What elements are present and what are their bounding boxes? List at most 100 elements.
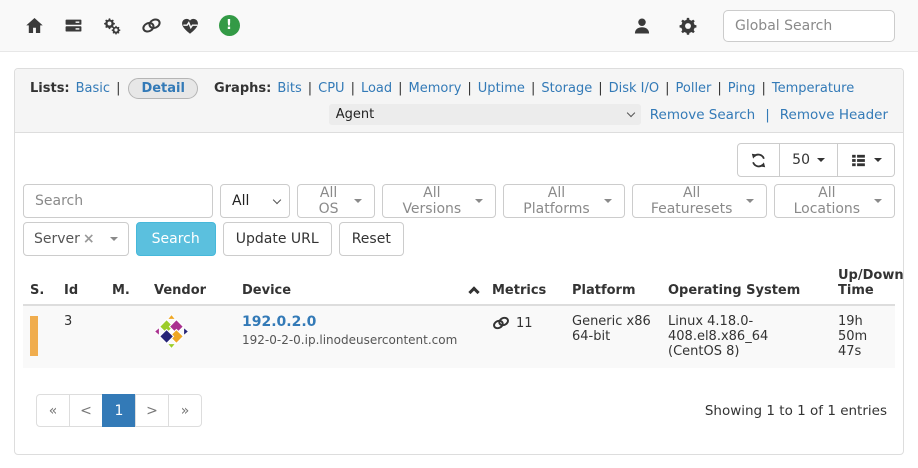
nav-devices-button[interactable] bbox=[62, 15, 84, 37]
metrics-count: 11 bbox=[516, 316, 533, 331]
agent-select-value: Agent bbox=[336, 107, 374, 122]
pagination: « < 1 > » bbox=[36, 394, 202, 427]
filter-label: All Featuresets bbox=[645, 185, 739, 217]
nav-ports-button[interactable] bbox=[140, 15, 162, 37]
column-header-platform[interactable]: Platform bbox=[565, 262, 661, 305]
caret-down-icon bbox=[354, 199, 362, 203]
device-hostname: 192-0-2-0.ip.linodeusercontent.com bbox=[242, 333, 478, 347]
column-header-vendor[interactable]: Vendor bbox=[147, 262, 235, 305]
caret-down-icon bbox=[874, 199, 882, 203]
filter-all-os-dropdown[interactable]: All OS bbox=[297, 184, 375, 218]
devices-table: S. Id M. Vendor Device Metrics Platform … bbox=[23, 262, 895, 368]
link-chain-icon bbox=[492, 314, 510, 332]
graph-link-cpu[interactable]: CPU bbox=[318, 81, 361, 96]
links-icon bbox=[141, 15, 162, 36]
device-cell: 192.0.2.0 192-0-2-0.ip.linodeusercontent… bbox=[235, 305, 485, 368]
remove-search-link[interactable]: Remove Search bbox=[650, 107, 755, 123]
view-mode-dropdown[interactable] bbox=[838, 143, 895, 177]
nav-services-button[interactable] bbox=[101, 15, 123, 37]
graph-link-storage[interactable]: Storage bbox=[541, 81, 608, 96]
filter-label: All Versions bbox=[395, 185, 468, 217]
nav-health-button[interactable] bbox=[179, 15, 201, 37]
agent-row: Agent Remove Search | Remove Header bbox=[30, 104, 888, 125]
nav-alerts-button[interactable]: ! bbox=[218, 15, 240, 37]
agent-select[interactable]: Agent bbox=[329, 104, 641, 125]
type-select[interactable]: All bbox=[220, 184, 290, 218]
entries-summary: Showing 1 to 1 of 1 entries bbox=[705, 403, 887, 419]
toolbar-row: 50 bbox=[23, 139, 895, 184]
column-header-id[interactable]: Id bbox=[57, 262, 105, 305]
graphs-label: Graphs: bbox=[214, 81, 271, 96]
page-size-dropdown[interactable]: 50 bbox=[780, 143, 838, 177]
filter-all-versions-dropdown[interactable]: All Versions bbox=[382, 184, 496, 218]
column-header-os[interactable]: Operating System bbox=[661, 262, 831, 305]
status-warning-bar bbox=[30, 316, 38, 356]
list-basic-link[interactable]: Basic bbox=[76, 81, 110, 96]
nav-home-button[interactable] bbox=[23, 15, 45, 37]
graph-link-memory[interactable]: Memory bbox=[409, 81, 478, 96]
list-detail-button[interactable]: Detail bbox=[128, 78, 198, 99]
remove-tag-icon[interactable]: × bbox=[83, 231, 95, 247]
table-header-row: S. Id M. Vendor Device Metrics Platform … bbox=[23, 262, 895, 305]
remove-header-link[interactable]: Remove Header bbox=[780, 107, 888, 123]
graph-link-bits[interactable]: Bits bbox=[277, 81, 318, 96]
filter-all-locations-dropdown[interactable]: All Locations bbox=[774, 184, 895, 218]
navbar-menu: ! bbox=[23, 15, 240, 37]
panel-body: 50 All All OS All Versions All Platforms… bbox=[15, 133, 903, 427]
caret-down-icon bbox=[874, 158, 882, 162]
panel-heading: Lists: Basic | Detail Graphs: Bits CPU L… bbox=[15, 69, 903, 133]
graph-link-load[interactable]: Load bbox=[361, 81, 409, 96]
type-select-value: All bbox=[232, 193, 249, 209]
global-search-input[interactable] bbox=[723, 10, 895, 42]
device-type-tag-dropdown[interactable]: Server × bbox=[23, 222, 129, 256]
chevron-down-icon bbox=[626, 109, 634, 117]
graph-link-poller[interactable]: Poller bbox=[676, 81, 728, 96]
user-menu-button[interactable] bbox=[631, 15, 653, 37]
pagination-page-1-button[interactable]: 1 bbox=[102, 394, 136, 427]
pagination-first-button[interactable]: « bbox=[36, 394, 70, 427]
os-cell: Linux 4.18.0-408.el8.x86_64 (CentOS 8) bbox=[661, 305, 831, 368]
caret-down-icon bbox=[475, 199, 483, 203]
graph-link-diskio[interactable]: Disk I/O bbox=[609, 81, 676, 96]
refresh-button[interactable] bbox=[737, 143, 780, 177]
device-link[interactable]: 192.0.2.0 bbox=[242, 314, 316, 330]
home-icon bbox=[25, 16, 44, 35]
gear-icon bbox=[678, 16, 698, 36]
column-header-device[interactable]: Device bbox=[235, 262, 485, 305]
vendor-cell bbox=[147, 305, 235, 368]
id-cell: 3 bbox=[57, 305, 105, 368]
table-row[interactable]: 3 bbox=[23, 305, 895, 368]
update-url-button[interactable]: Update URL bbox=[223, 222, 332, 256]
caret-down-icon bbox=[746, 199, 754, 203]
lists-label: Lists: bbox=[30, 81, 70, 96]
column-header-m[interactable]: M. bbox=[105, 262, 147, 305]
column-header-metrics[interactable]: Metrics bbox=[485, 262, 565, 305]
separator: | bbox=[765, 107, 770, 123]
pagination-last-button[interactable]: » bbox=[168, 394, 202, 427]
filter-row-2: Server × Search Update URL Reset bbox=[23, 222, 895, 256]
filter-all-featuresets-dropdown[interactable]: All Featuresets bbox=[632, 184, 767, 218]
filter-row-1: All All OS All Versions All Platforms Al… bbox=[23, 184, 895, 218]
pagination-prev-button[interactable]: < bbox=[69, 394, 103, 427]
apply-search-button[interactable]: Search bbox=[136, 222, 216, 256]
uptime-cell: 19h 50m 47s bbox=[831, 305, 895, 368]
list-view-icon bbox=[850, 152, 867, 169]
reset-button[interactable]: Reset bbox=[339, 222, 404, 256]
metrics-link[interactable]: 11 bbox=[492, 314, 558, 332]
search-input[interactable] bbox=[23, 184, 213, 218]
pagination-next-button[interactable]: > bbox=[135, 394, 169, 427]
graph-link-ping[interactable]: Ping bbox=[728, 81, 772, 96]
graph-link-temperature[interactable]: Temperature bbox=[772, 81, 854, 96]
servers-icon bbox=[64, 16, 83, 35]
centos-logo-icon bbox=[154, 314, 189, 349]
lists-graphs-row: Lists: Basic | Detail Graphs: Bits CPU L… bbox=[30, 78, 888, 99]
column-header-uptime[interactable]: Up/Down Time bbox=[831, 262, 895, 305]
filter-all-platforms-dropdown[interactable]: All Platforms bbox=[503, 184, 624, 218]
column-header-status[interactable]: S. bbox=[23, 262, 57, 305]
graph-link-uptime[interactable]: Uptime bbox=[478, 81, 542, 96]
settings-menu-button[interactable] bbox=[677, 15, 699, 37]
filter-label: All Platforms bbox=[516, 185, 596, 217]
status-cell bbox=[23, 305, 57, 368]
user-icon bbox=[632, 16, 652, 36]
separator: | bbox=[116, 81, 120, 96]
